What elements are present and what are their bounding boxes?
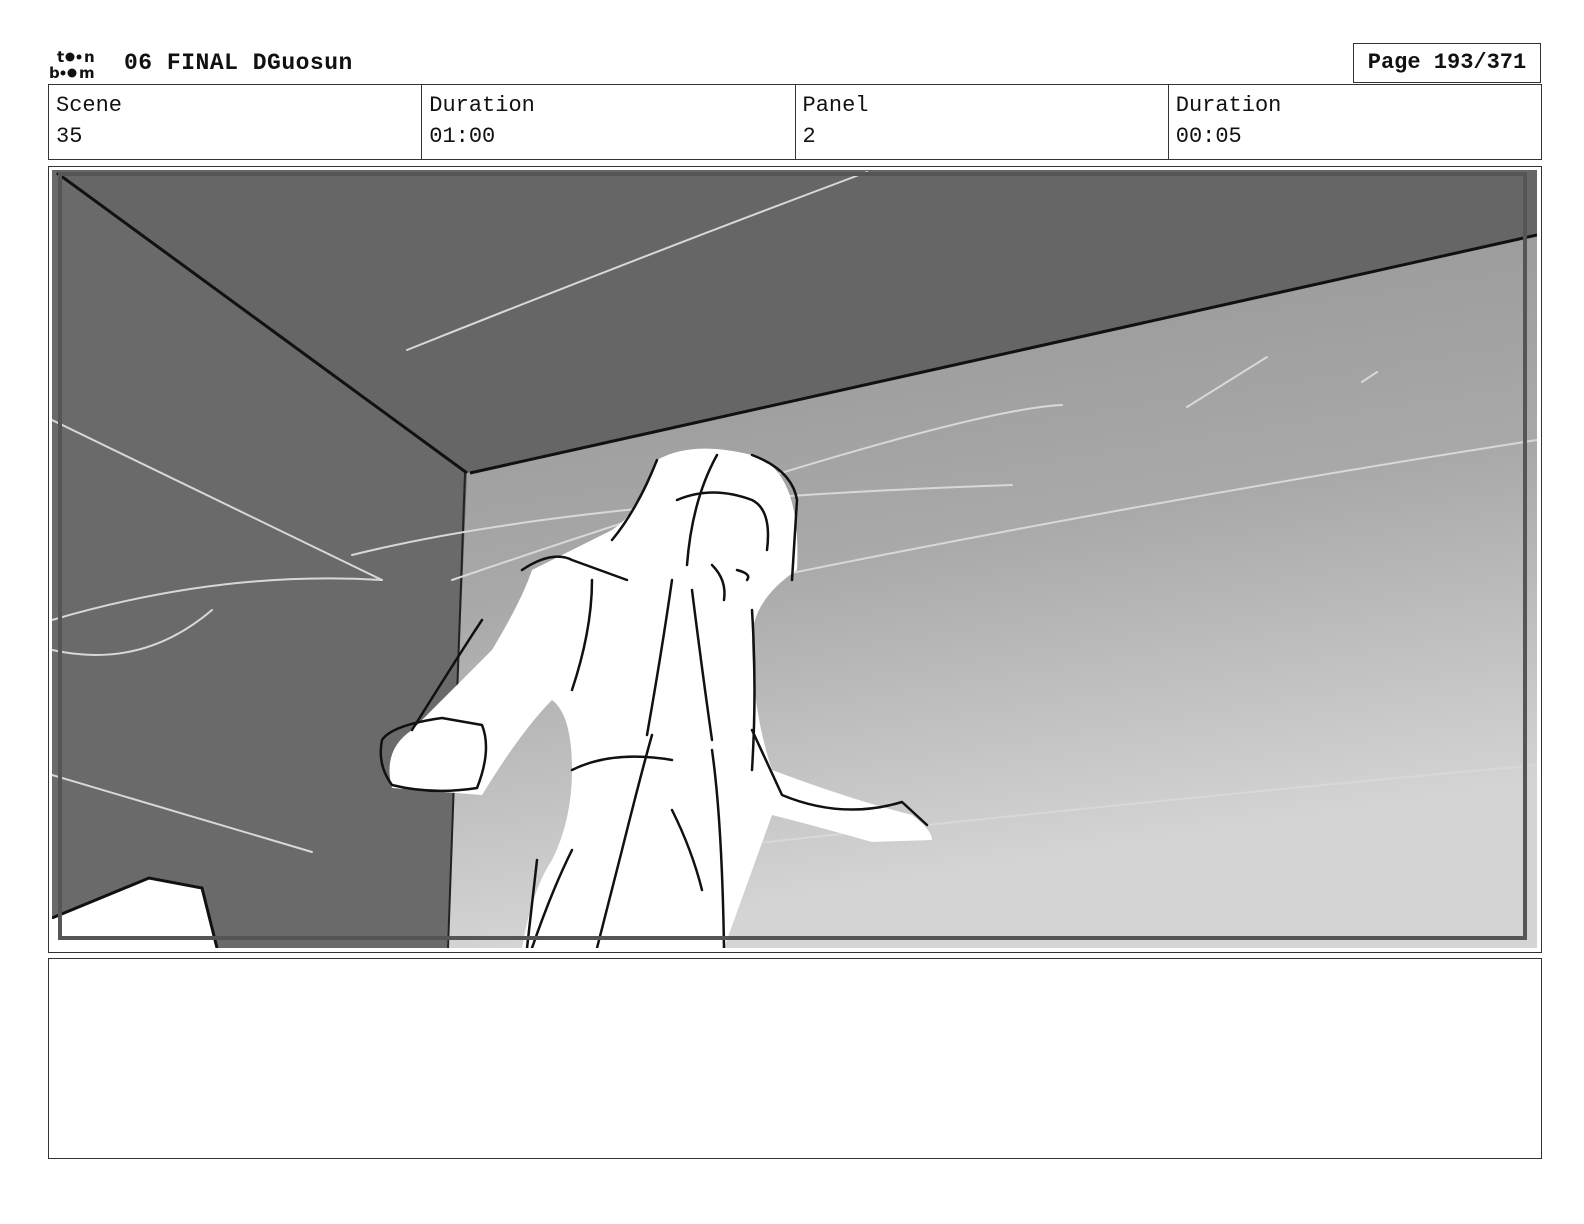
storyboard-sketch-image xyxy=(52,170,1537,948)
panel-duration-value: 00:05 xyxy=(1175,124,1242,149)
panel-duration-cell: Duration 00:05 xyxy=(1169,85,1541,159)
scene-duration-label: Duration xyxy=(429,93,535,118)
panel-label: Panel xyxy=(802,93,869,118)
scene-duration-value: 01:00 xyxy=(429,124,496,149)
scene-duration-cell: Duration 01:00 xyxy=(422,85,796,159)
info-row: Scene 35 Duration 01:00 Panel 2 Duration… xyxy=(48,84,1542,160)
page-indicator: Page 193/371 xyxy=(1353,43,1541,83)
svg-text:m: m xyxy=(79,64,95,80)
panel-duration-label: Duration xyxy=(1175,93,1282,118)
panel-value: 2 xyxy=(802,124,816,149)
scene-value: 35 xyxy=(56,124,83,149)
svg-text:b: b xyxy=(49,64,60,80)
panel-cell: Panel 2 xyxy=(796,85,1169,159)
scene-cell: Scene 35 xyxy=(49,85,423,159)
panel-notes-area xyxy=(48,958,1542,1159)
document-title: 06 FINAL DGuosun xyxy=(124,50,353,76)
scene-label: Scene xyxy=(56,93,123,118)
toon-boom-logo: t n b m xyxy=(49,48,95,80)
storyboard-panel xyxy=(48,166,1542,953)
